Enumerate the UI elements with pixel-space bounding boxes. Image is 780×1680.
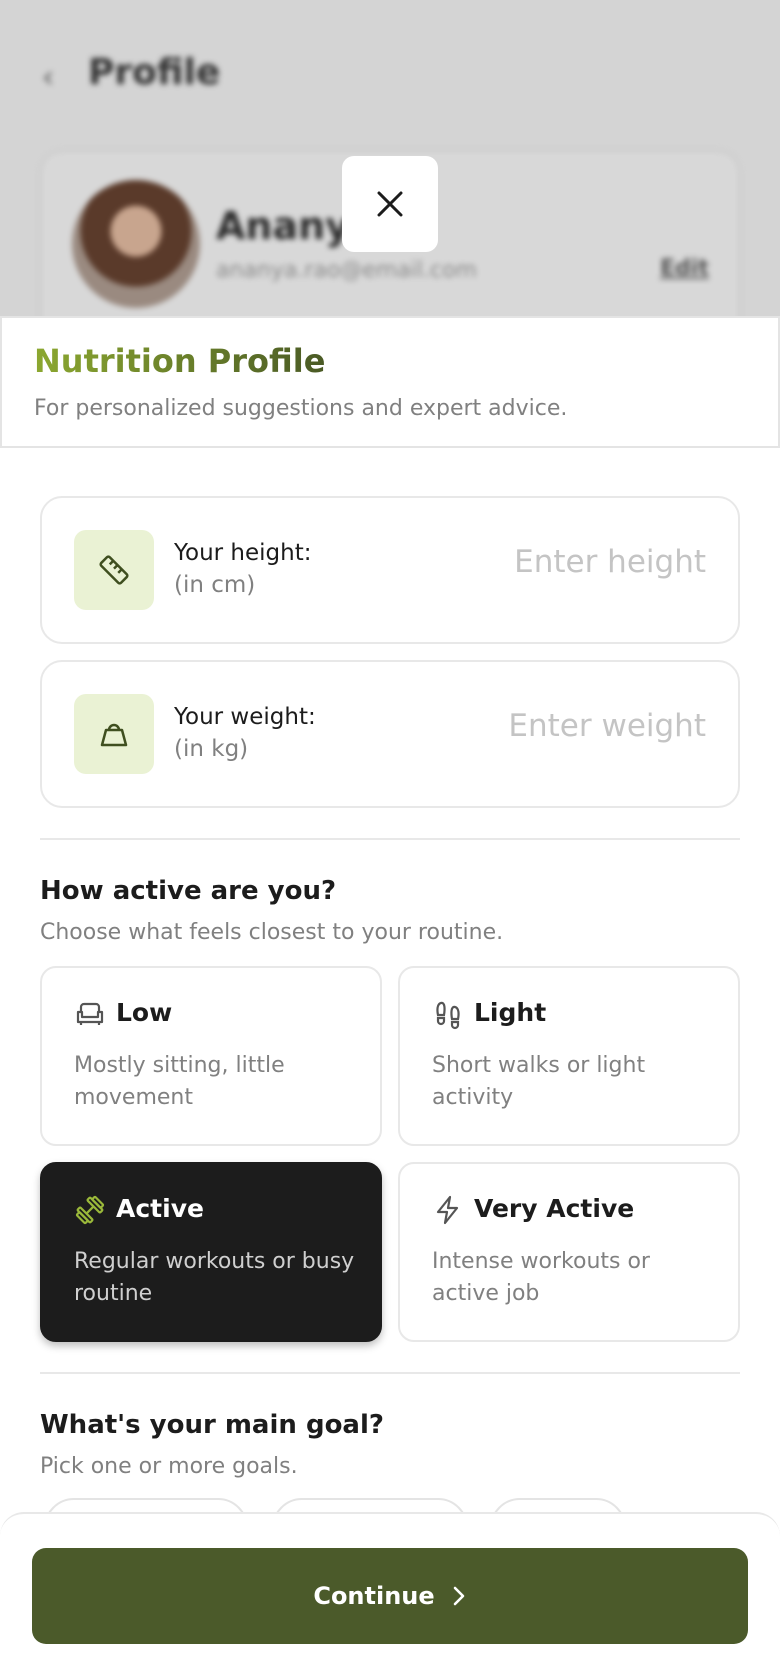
activity-option-label: Active <box>116 1194 204 1223</box>
nutrition-profile-sheet: Nutrition Profile For personalized sugge… <box>0 316 780 1680</box>
activity-option-desc: Regular workouts or busy routine <box>74 1249 355 1306</box>
height-label: Your height: <box>174 540 312 566</box>
background-edit-link: Edit <box>660 256 709 281</box>
close-button[interactable] <box>342 156 438 252</box>
weight-input[interactable] <box>446 708 706 744</box>
activity-section-subtitle: Choose what feels closest to your routin… <box>40 920 504 945</box>
weight-icon <box>74 694 154 774</box>
height-card[interactable]: Your height: (in cm) <box>40 496 740 644</box>
sheet-header: Nutrition Profile For personalized sugge… <box>0 316 780 448</box>
activity-option-label: Light <box>474 998 547 1027</box>
avatar <box>72 180 200 308</box>
footer-bar: Continue <box>0 1512 780 1680</box>
chevron-right-icon <box>453 1586 464 1606</box>
background-user-email: ananya.rao@email.com <box>216 258 477 283</box>
close-icon <box>377 191 403 217</box>
activity-option-desc: Intense workouts or active job <box>432 1249 650 1306</box>
continue-button[interactable]: Continue <box>32 1548 748 1644</box>
sheet-subtitle: For personalized suggestions and expert … <box>34 396 568 421</box>
goal-section-subtitle: Pick one or more goals. <box>40 1454 298 1479</box>
activity-option-light[interactable]: Light Short walks or light activity <box>398 966 740 1146</box>
footprints-icon <box>436 1001 460 1030</box>
activity-option-desc: Mostly sitting, little movement <box>74 1053 285 1110</box>
activity-option-very-active[interactable]: Very Active Intense workouts or active j… <box>398 1162 740 1342</box>
divider <box>40 1372 740 1374</box>
weight-label: Your weight: <box>174 704 316 730</box>
goal-section-title: What's your main goal? <box>40 1410 384 1440</box>
height-unit: (in cm) <box>174 572 256 598</box>
background-page-title: Profile <box>88 52 221 93</box>
armchair-icon <box>76 1002 104 1025</box>
sheet-title: Nutrition Profile <box>34 342 326 380</box>
dumbbell-icon <box>75 1195 105 1225</box>
activity-section-title: How active are you? <box>40 876 337 906</box>
activity-option-active[interactable]: Active Regular workouts or busy routine <box>40 1162 382 1342</box>
continue-button-label: Continue <box>313 1582 435 1610</box>
activity-option-label: Very Active <box>474 1194 635 1223</box>
back-arrow-icon: ‹ <box>42 60 54 95</box>
activity-option-low[interactable]: Low Mostly sitting, little movement <box>40 966 382 1146</box>
lightning-icon <box>436 1195 459 1225</box>
weight-unit: (in kg) <box>174 736 249 762</box>
weight-card[interactable]: Your weight: (in kg) <box>40 660 740 808</box>
activity-option-desc: Short walks or light activity <box>432 1053 646 1110</box>
ruler-icon <box>74 530 154 610</box>
activity-option-label: Low <box>116 998 173 1027</box>
divider <box>40 838 740 840</box>
height-input[interactable] <box>446 544 706 580</box>
